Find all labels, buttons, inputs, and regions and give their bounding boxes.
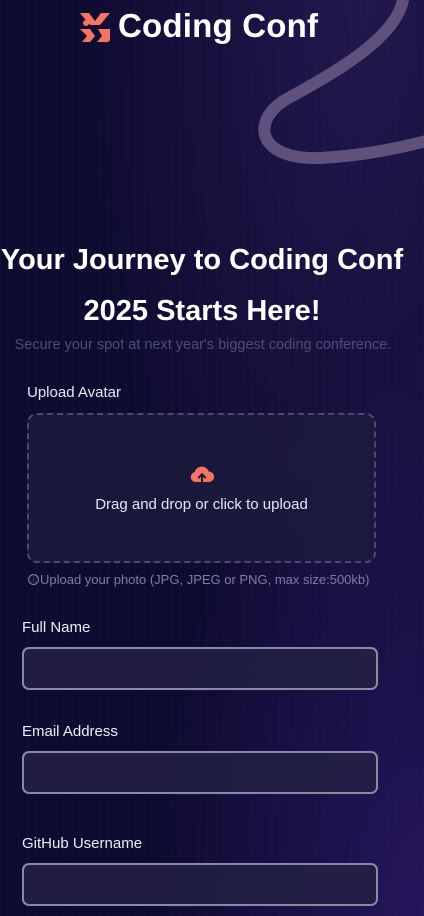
full-name-input[interactable]	[22, 647, 378, 690]
github-username-label: GitHub Username	[22, 835, 143, 852]
github-username-input[interactable]	[22, 863, 378, 906]
brand-name: Coding Conf	[118, 7, 319, 44]
info-icon: ⓘ	[28, 574, 39, 585]
full-name-label: Full Name	[22, 619, 91, 636]
email-input[interactable]	[22, 751, 378, 794]
page-title-line-1: Your Journey to Coding Conf	[0, 244, 404, 276]
upload-hint-text: Upload your photo (JPG, JPEG or PNG, max…	[40, 572, 370, 587]
cloud-upload-icon	[190, 466, 215, 484]
upload-hint: ⓘ Upload your photo (JPG, JPEG or PNG, m…	[28, 572, 369, 587]
avatar-upload-label: Upload Avatar	[27, 384, 121, 401]
page-title-line-2: 2025 Starts Here!	[83, 295, 321, 327]
avatar-dropzone[interactable]: Drag and drop or click to upload	[27, 413, 376, 563]
brand-logo: Coding Conf	[78, 6, 318, 46]
page-title: Your Journey to Coding Conf 2025 Starts …	[0, 235, 404, 337]
email-label: Email Address	[22, 723, 118, 740]
coding-conf-logo-icon	[80, 13, 110, 43]
page-subtitle: Secure your spot at next year's biggest …	[14, 337, 392, 353]
dropzone-instruction: Drag and drop or click to upload	[95, 496, 308, 513]
